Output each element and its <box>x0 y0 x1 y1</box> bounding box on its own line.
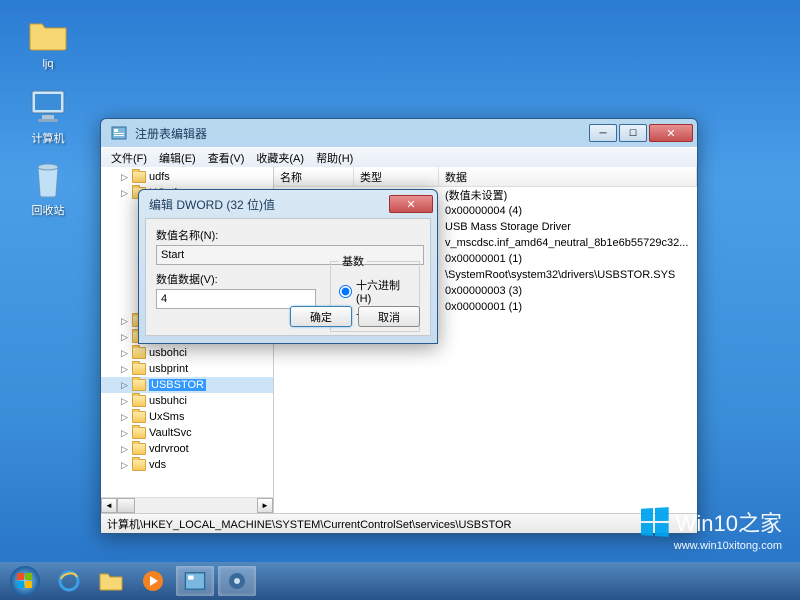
expand-icon[interactable]: ▷ <box>121 172 130 183</box>
menu-view[interactable]: 查看(V) <box>202 148 251 168</box>
folder-icon <box>132 347 146 359</box>
radio-hex-input[interactable] <box>339 285 352 298</box>
tree-item[interactable]: ▷ usbprint <box>101 361 273 377</box>
dialog-close-button[interactable] <box>389 195 433 213</box>
wmp-icon <box>141 569 165 593</box>
dialog-title: 编辑 DWORD (32 位)值 <box>143 196 389 213</box>
ie-icon <box>57 569 81 593</box>
regedit-taskbar-icon <box>184 570 206 592</box>
expand-icon[interactable]: ▷ <box>121 316 130 327</box>
explorer-icon <box>99 571 123 591</box>
col-header-type[interactable]: 类型 <box>354 167 439 186</box>
tree-item[interactable]: ▷ vds <box>101 457 273 473</box>
watermark-url: www.win10xitong.com <box>640 540 782 552</box>
regedit-statusbar: 计算机\HKEY_LOCAL_MACHINE\SYSTEM\CurrentCon… <box>101 513 697 533</box>
tree-item[interactable]: ▷ USBSTOR <box>101 377 273 393</box>
tree-item-label: VaultSvc <box>149 427 192 439</box>
expand-icon[interactable]: ▷ <box>121 460 130 471</box>
tree-item-label: udfs <box>149 171 170 183</box>
expand-icon[interactable]: ▷ <box>121 332 130 343</box>
taskbar-regedit[interactable] <box>176 566 214 596</box>
menu-edit[interactable]: 编辑(E) <box>153 148 202 168</box>
tree-item-label: usbohci <box>149 347 187 359</box>
col-header-data[interactable]: 数据 <box>439 167 697 186</box>
value-name-label: 数值名称(N): <box>156 227 420 243</box>
folder-icon <box>27 14 69 56</box>
menu-favorites[interactable]: 收藏夹(A) <box>250 148 310 168</box>
desktop-icon-label: 回收站 <box>32 205 65 217</box>
tree-horizontal-scrollbar[interactable]: ◄ ► <box>101 497 273 513</box>
desktop-icon-label: 计算机 <box>32 133 65 145</box>
folder-icon <box>132 395 146 407</box>
col-header-name[interactable]: 名称 <box>274 167 354 186</box>
tree-item-label: USBSTOR <box>149 379 206 391</box>
list-header: 名称 类型 数据 <box>274 167 697 187</box>
tree-item-label: vds <box>149 459 166 471</box>
tree-item-label: vdrvroot <box>149 443 189 455</box>
gear-icon <box>226 570 248 592</box>
tree-item-label: UxSms <box>149 411 184 423</box>
close-button[interactable] <box>649 124 693 142</box>
desktop-icon-label: ljq <box>42 58 53 70</box>
tree-item[interactable]: ▷ udfs <box>101 169 273 185</box>
regedit-menubar: 文件(F) 编辑(E) 查看(V) 收藏夹(A) 帮助(H) <box>101 147 697 167</box>
scroll-left-button[interactable]: ◄ <box>101 498 117 513</box>
taskbar-wmp[interactable] <box>134 566 172 596</box>
expand-icon[interactable]: ▷ <box>121 444 130 455</box>
desktop-icon-user[interactable]: ljq <box>18 14 78 70</box>
regedit-title: 注册表编辑器 <box>133 125 589 142</box>
edit-dword-dialog: 编辑 DWORD (32 位)值 数值名称(N): 数值数据(V): 基数 十六… <box>138 189 438 344</box>
maximize-button[interactable] <box>619 124 647 142</box>
folder-icon <box>132 427 146 439</box>
expand-icon[interactable]: ▷ <box>121 348 130 359</box>
expand-icon[interactable]: ▷ <box>121 412 130 423</box>
dialog-titlebar[interactable]: 编辑 DWORD (32 位)值 <box>139 190 437 218</box>
cancel-button[interactable]: 取消 <box>358 306 420 327</box>
expand-icon[interactable]: ▷ <box>121 396 130 407</box>
folder-icon <box>132 459 146 471</box>
start-button[interactable] <box>4 564 46 598</box>
taskbar-ie[interactable] <box>50 566 88 596</box>
regedit-app-icon <box>111 125 127 141</box>
tree-item-label: usbuhci <box>149 395 187 407</box>
minimize-button[interactable] <box>589 124 617 142</box>
taskbar-explorer[interactable] <box>92 566 130 596</box>
taskbar <box>0 562 800 600</box>
watermark: Win10之家 www.win10xitong.com <box>640 506 782 552</box>
regedit-titlebar[interactable]: 注册表编辑器 <box>101 119 697 147</box>
start-orb-icon <box>9 565 41 597</box>
watermark-title: Win10之家 <box>676 506 782 538</box>
taskbar-app2[interactable] <box>218 566 256 596</box>
base-legend: 基数 <box>339 253 367 269</box>
desktop-icon-recyclebin[interactable]: 回收站 <box>18 158 78 218</box>
tree-item[interactable]: ▷ usbohci <box>101 345 273 361</box>
expand-icon[interactable]: ▷ <box>121 364 130 375</box>
windows-logo-icon <box>641 507 669 537</box>
computer-icon <box>27 86 69 128</box>
tree-item[interactable]: ▷ UxSms <box>101 409 273 425</box>
menu-help[interactable]: 帮助(H) <box>310 148 359 168</box>
folder-icon <box>132 363 146 375</box>
ok-button[interactable]: 确定 <box>290 306 352 327</box>
folder-icon <box>132 379 146 391</box>
scroll-thumb[interactable] <box>117 498 135 513</box>
scroll-right-button[interactable]: ► <box>257 498 273 513</box>
tree-item[interactable]: ▷ VaultSvc <box>101 425 273 441</box>
expand-icon[interactable]: ▷ <box>121 188 130 199</box>
statusbar-path: 计算机\HKEY_LOCAL_MACHINE\SYSTEM\CurrentCon… <box>107 516 511 532</box>
recyclebin-icon <box>27 158 69 200</box>
expand-icon[interactable]: ▷ <box>121 380 130 391</box>
menu-file[interactable]: 文件(F) <box>105 148 153 168</box>
expand-icon[interactable]: ▷ <box>121 428 130 439</box>
folder-icon <box>132 443 146 455</box>
folder-icon <box>132 411 146 423</box>
desktop-icon-computer[interactable]: 计算机 <box>18 86 78 146</box>
folder-icon <box>132 171 146 183</box>
radio-hex[interactable]: 十六进制(H) <box>339 277 411 305</box>
tree-item-label: usbprint <box>149 363 188 375</box>
tree-item[interactable]: ▷ vdrvroot <box>101 441 273 457</box>
tree-item[interactable]: ▷ usbuhci <box>101 393 273 409</box>
